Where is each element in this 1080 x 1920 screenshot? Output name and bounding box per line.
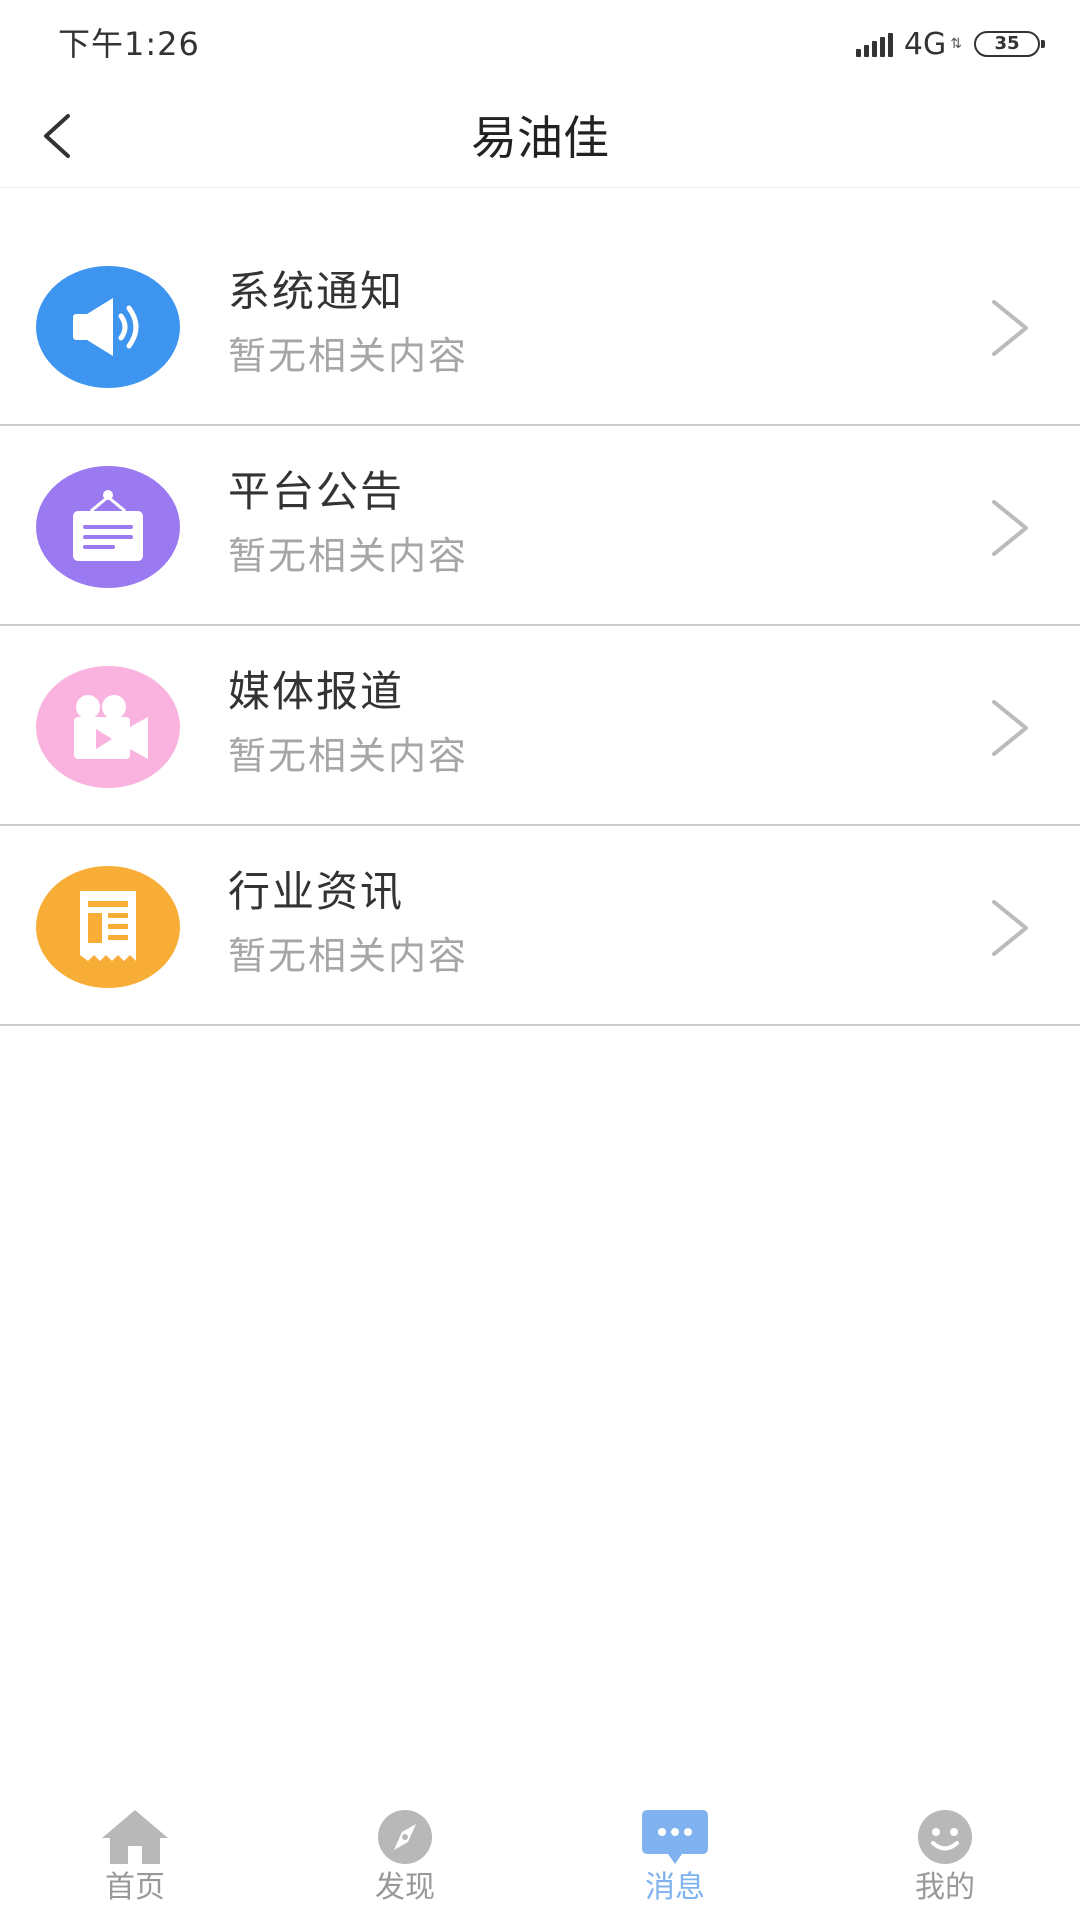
item-subtitle: 暂无相关内容 [228,734,469,778]
item-title: 平台公告 [228,467,405,516]
system-notice-icon-badge [36,266,180,388]
tab-messages[interactable]: 消息 [540,1790,810,1920]
tab-label: 首页 [105,1870,165,1905]
battery-level: 35 [994,33,1020,54]
item-subtitle: 暂无相关内容 [228,934,469,978]
tab-label: 发现 [375,1870,435,1905]
chevron-right-icon [992,900,1028,956]
platform-announcement-icon-badge [36,466,180,588]
tab-mine[interactable]: 我的 [810,1790,1080,1920]
tab-label: 消息 [645,1870,705,1905]
newspaper-icon [80,891,136,961]
chevron-right-icon [992,300,1028,356]
chevron-right-icon [992,500,1028,556]
smiley-icon [910,1808,980,1866]
video-camera-icon [74,695,148,759]
tab-discover[interactable]: 发现 [270,1790,540,1920]
list-item-platform-announcement[interactable]: 平台公告 暂无相关内容 [0,426,1080,626]
industry-news-icon-badge [36,866,180,988]
item-title: 行业资讯 [228,867,405,916]
compass-icon [370,1808,440,1866]
signal-icon [855,31,896,57]
speaker-icon [73,298,139,356]
list-item-industry-news[interactable]: 行业资讯 暂无相关内容 [0,826,1080,1026]
notice-board-icon [73,490,143,561]
item-subtitle: 暂无相关内容 [228,534,469,578]
nav-header: 易油佳 [0,88,1080,188]
status-bar: 下午1:26 4G ⇅ 35 [0,0,1080,88]
bottom-tab-bar: 首页 发现 消息 我的 [0,1790,1080,1920]
media-coverage-icon-badge [36,666,180,788]
item-title: 系统通知 [228,267,405,316]
page-title: 易油佳 [471,111,609,165]
tab-label: 我的 [915,1870,975,1905]
network-type: 4G [903,26,947,62]
list-item-media-coverage[interactable]: 媒体报道 暂无相关内容 [0,626,1080,826]
message-list: 系统通知 暂无相关内容 平台公告 暂无相关内容 媒体报道 暂无相关内容 行业资讯… [0,188,1080,1026]
chevron-right-icon [992,700,1028,756]
status-indicators: 4G ⇅ 35 [855,26,1045,62]
message-icon [640,1808,710,1866]
tab-home[interactable]: 首页 [0,1790,270,1920]
home-icon [100,1808,170,1866]
status-time: 下午1:26 [58,25,200,63]
item-title: 媒体报道 [228,667,405,716]
item-subtitle: 暂无相关内容 [228,334,469,378]
list-item-system-notice[interactable]: 系统通知 暂无相关内容 [0,226,1080,426]
data-arrows-icon: ⇅ [950,36,962,52]
battery-icon: 35 [974,31,1045,57]
